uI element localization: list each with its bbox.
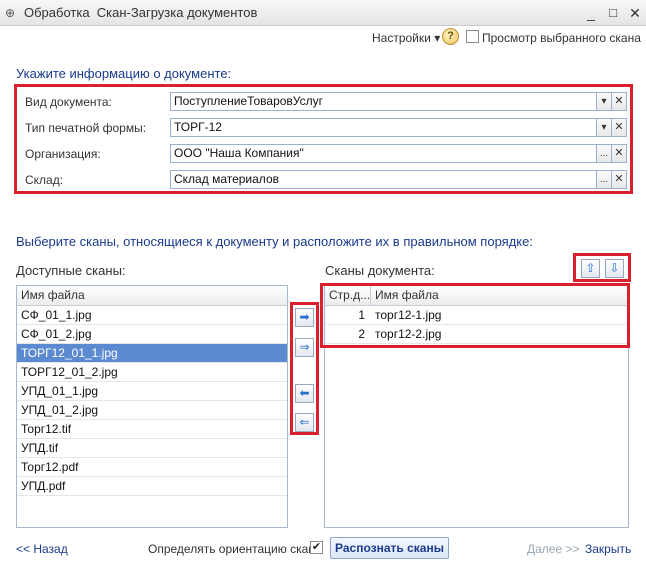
list-item[interactable]: СФ_01_1.jpg bbox=[17, 306, 287, 325]
list-item[interactable]: СФ_01_2.jpg bbox=[17, 325, 287, 344]
maximize-button[interactable]: □ bbox=[604, 4, 622, 22]
chevron-down-icon: ▾ bbox=[434, 31, 441, 45]
chevron-down-icon[interactable]: ▾ bbox=[596, 118, 612, 137]
field-label-2: Организация: bbox=[25, 147, 101, 161]
settings-menu[interactable]: Настройки ▾ bbox=[372, 31, 440, 45]
clear-icon[interactable]: ✕ bbox=[611, 118, 627, 137]
remove-scan-button[interactable]: ⬅ bbox=[295, 384, 314, 403]
orientation-label: Определять ориентацию скана bbox=[148, 542, 322, 556]
recognize-scans-button[interactable]: Распознать сканы bbox=[330, 537, 449, 559]
scans-heading: Выберите сканы, относящиеся к документу … bbox=[16, 234, 533, 249]
ellipsis-icon[interactable]: ... bbox=[596, 170, 612, 189]
ellipsis-icon[interactable]: ... bbox=[596, 144, 612, 163]
field-input-1[interactable]: ТОРГ-12 bbox=[170, 118, 597, 137]
app-icon[interactable]: ⊕ bbox=[5, 6, 19, 20]
field-input-0[interactable]: ПоступлениеТоваровУслуг bbox=[170, 92, 597, 111]
preview-scan-label: Просмотр выбранного скана bbox=[482, 31, 641, 45]
clear-icon[interactable]: ✕ bbox=[611, 92, 627, 111]
list-item[interactable]: Торг12.pdf bbox=[17, 458, 287, 477]
document-scans-title: Сканы документа: bbox=[325, 263, 435, 278]
window-title: Обработка Скан-Загрузка документов bbox=[24, 5, 258, 20]
settings-label: Настройки bbox=[372, 31, 431, 45]
chevron-down-icon[interactable]: ▾ bbox=[596, 92, 612, 111]
field-input-2[interactable]: ООО "Наша Компания" bbox=[170, 144, 597, 163]
arrow-down-icon[interactable]: ⇩ bbox=[605, 259, 624, 278]
close-link[interactable]: Закрыть bbox=[585, 542, 631, 556]
available-column-header[interactable]: Имя файла bbox=[17, 286, 287, 306]
list-item[interactable]: Торг12.tif bbox=[17, 420, 287, 439]
field-input-3[interactable]: Склад материалов bbox=[170, 170, 597, 189]
field-label-3: Склад: bbox=[25, 173, 64, 187]
list-item[interactable]: ТОРГ12_01_2.jpg bbox=[17, 363, 287, 382]
arrow-up-icon[interactable]: ⇧ bbox=[581, 259, 600, 278]
next-link: Далее >> bbox=[527, 542, 580, 556]
list-item[interactable]: УПД_01_1.jpg bbox=[17, 382, 287, 401]
preview-scan-checkbox[interactable] bbox=[466, 30, 479, 43]
remove-all-scans-button[interactable]: ⇐ bbox=[295, 413, 314, 432]
add-all-scans-button[interactable]: ⇒ bbox=[295, 338, 314, 357]
back-link[interactable]: << Назад bbox=[16, 542, 68, 556]
orientation-checkbox[interactable]: ✔ bbox=[310, 541, 323, 554]
list-item[interactable]: УПД.pdf bbox=[17, 477, 287, 496]
document-rows-highlight bbox=[320, 283, 630, 348]
doc-info-heading: Укажите информацию о документе: bbox=[16, 66, 232, 81]
minimize-button[interactable]: _ bbox=[582, 4, 600, 22]
close-window-button[interactable]: ✕ bbox=[626, 4, 644, 22]
list-item[interactable]: ТОРГ12_01_1.jpg bbox=[17, 344, 287, 363]
available-scans-title: Доступные сканы: bbox=[16, 263, 126, 278]
field-label-0: Вид документа: bbox=[25, 95, 112, 109]
add-scan-button[interactable]: ➡ bbox=[295, 308, 314, 327]
list-item[interactable]: УПД.tif bbox=[17, 439, 287, 458]
clear-icon[interactable]: ✕ bbox=[611, 170, 627, 189]
clear-icon[interactable]: ✕ bbox=[611, 144, 627, 163]
field-label-1: Тип печатной формы: bbox=[25, 121, 147, 135]
help-icon[interactable]: ? bbox=[442, 28, 459, 45]
list-item[interactable]: УПД_01_2.jpg bbox=[17, 401, 287, 420]
available-scans-list[interactable]: Имя файла СФ_01_1.jpg СФ_01_2.jpg ТОРГ12_0… bbox=[16, 285, 288, 528]
